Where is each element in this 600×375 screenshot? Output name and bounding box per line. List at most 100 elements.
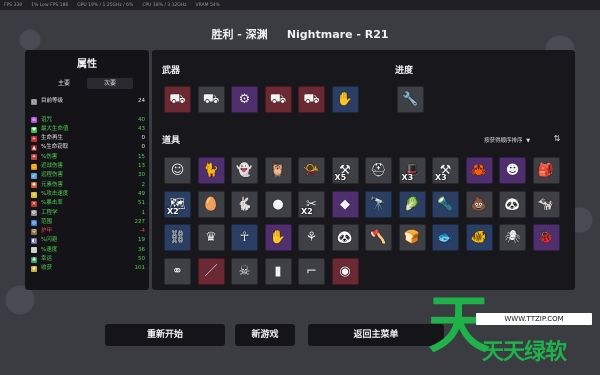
stat-row[interactable]: ✹ 元素伤害 2 xyxy=(31,181,145,190)
item-slot[interactable]: ◉ xyxy=(331,257,359,285)
demon-face-icon: ☻ xyxy=(505,163,520,178)
stat-row[interactable]: ⚙ 工程学 1 xyxy=(31,209,145,218)
stat-value: 101 xyxy=(134,265,146,272)
stat-row[interactable]: ➶ 远程伤害 30 xyxy=(31,171,145,180)
item-slot[interactable]: 🪓 xyxy=(365,224,392,251)
item-slot[interactable]: ☠ xyxy=(231,257,258,285)
cpu-readout: CPU 18% / 3.12GHz xyxy=(142,2,187,8)
item-quantity: X2 xyxy=(167,206,179,216)
item-slot[interactable]: ☺ xyxy=(164,157,191,184)
panda-face-icon: 🐼 xyxy=(336,230,354,245)
weapon-slot[interactable]: ⛟ xyxy=(164,86,191,113)
stat-value: 0 xyxy=(141,135,146,142)
item-slot[interactable]: ⛓ xyxy=(164,224,191,251)
bunny-icon: 🐇 xyxy=(236,196,253,212)
stat-row[interactable]: ✊ 近战伤害 13 xyxy=(31,162,145,171)
bullet-icon: ▮ xyxy=(274,263,282,279)
item-slot[interactable]: 🐠 xyxy=(465,224,493,251)
stat-value: 50 xyxy=(138,256,145,263)
new-game-button[interactable]: 新游戏 xyxy=(235,324,295,346)
item-slot[interactable]: ⚒ X3 xyxy=(432,157,459,184)
item-slot[interactable]: 🐼 xyxy=(499,190,526,218)
item-slot[interactable]: 🕷 xyxy=(499,224,526,251)
item-slot[interactable]: ⛑ xyxy=(365,157,392,184)
stat-name: 最大生命值 xyxy=(41,125,69,132)
stat-row[interactable] xyxy=(31,106,145,115)
item-slot[interactable]: ✋ xyxy=(264,224,292,251)
item-slot[interactable]: 🐇 xyxy=(231,190,258,218)
item-slot[interactable]: ／ xyxy=(197,257,225,285)
item-slot[interactable]: 🦉 xyxy=(264,157,292,184)
item-slot[interactable]: ♛ xyxy=(197,224,225,251)
stat-row[interactable]: ☠ 诅咒 40 xyxy=(31,116,145,125)
stat-row[interactable]: ○ 目前等级 24 xyxy=(31,97,145,106)
stat-row[interactable]: › %速度 36 xyxy=(31,246,145,255)
restart-button[interactable]: 重新开始 xyxy=(105,324,225,346)
stat-row[interactable]: » %攻击速度 49 xyxy=(31,190,145,199)
stat-row[interactable]: + 生命再生 0 xyxy=(31,134,145,143)
stat-name: 近战伤害 xyxy=(41,163,64,170)
sort-dropdown[interactable]: 按获得顺序排序 ▼ xyxy=(484,136,530,144)
item-slot[interactable]: ⚭ xyxy=(164,257,191,285)
item-slot[interactable]: 🐟 xyxy=(432,224,459,251)
item-slot[interactable]: 🦀 xyxy=(465,157,493,184)
sort-direction-icon[interactable]: ⇅ xyxy=(551,133,563,145)
item-slot[interactable]: 💩 xyxy=(465,190,493,218)
damage-icon: ✦ xyxy=(31,154,37,161)
item-slot[interactable]: 🎩 X3 xyxy=(398,157,426,184)
weapon-slot[interactable]: ⚙ xyxy=(231,86,258,113)
tab-primary-stats[interactable]: 主要 xyxy=(41,78,87,89)
item-slot[interactable]: 🐄 xyxy=(532,190,560,218)
stat-row[interactable]: ♣ 幸运 50 xyxy=(31,255,145,264)
stat-row[interactable]: ⛨ 护甲 -4 xyxy=(31,227,145,236)
weapon-slot[interactable]: ⛟ xyxy=(264,86,292,113)
engineering-icon: ⚙ xyxy=(31,210,37,217)
item-slot[interactable]: ▮ xyxy=(264,257,292,285)
item-slot[interactable]: 🗺 X2 xyxy=(164,190,191,218)
weapon-slot[interactable]: ⛟ xyxy=(298,86,325,113)
ghost-icon: 👻 xyxy=(236,163,253,178)
stat-row[interactable]: ♥ 最大生命值 43 xyxy=(31,125,145,134)
item-slot[interactable]: 🐞 xyxy=(532,224,560,251)
item-slot[interactable]: ⚒ X5 xyxy=(331,157,359,184)
item-slot[interactable]: ⌐ xyxy=(298,257,325,285)
item-quantity: X5 xyxy=(334,173,347,182)
tab-secondary-stats[interactable]: 次要 xyxy=(87,78,133,89)
item-slot[interactable]: 🍞 xyxy=(398,224,426,251)
obliterator-icon: ⚙ xyxy=(238,92,251,107)
stat-row[interactable]: ✕ %暴击率 51 xyxy=(31,199,145,208)
weapon-slot[interactable]: ✋ xyxy=(331,86,359,113)
stats-panel: 属性 主要 次要 ○ 目前等级 24 ☠ 诅咒 40 ♥ 最大生命值 43 + 生命再生 0 ▲ %生命窃… xyxy=(25,50,149,290)
item-slot[interactable]: ✂ X2 xyxy=(298,190,325,218)
item-slot[interactable]: 🔦 xyxy=(432,190,459,218)
ring-icon: ◉ xyxy=(339,263,351,279)
weapon-slot[interactable]: ⛟ xyxy=(197,86,225,113)
item-slot[interactable]: ☥ xyxy=(231,224,258,251)
minigun-icon: ⛟ xyxy=(202,92,220,107)
progress-slot[interactable]: 🔧 xyxy=(397,86,424,113)
stat-value: 40 xyxy=(138,116,145,123)
item-slot[interactable]: ☻ xyxy=(499,157,526,184)
item-slot[interactable]: 👻 xyxy=(231,157,258,184)
item-slot[interactable]: 🐈 xyxy=(197,157,225,184)
gpu-readout: GPU 19% / 1.25GHz / 6% xyxy=(77,2,134,8)
stat-row[interactable]: ✦ %伤害 15 xyxy=(31,153,145,162)
performance-overlay: FPS 330 1% Low FPS 186 GPU 19% / 1.25GHz… xyxy=(0,0,600,10)
stat-row[interactable]: ◐ %闪避 19 xyxy=(31,236,145,245)
item-slot[interactable]: 🥬 xyxy=(398,190,426,218)
item-slot[interactable]: 🐼 xyxy=(331,224,359,251)
item-slot[interactable]: 🥚 xyxy=(197,190,225,218)
speed-icon: › xyxy=(31,247,37,254)
stat-row[interactable]: ◎ 范围 227 xyxy=(31,218,145,227)
item-slot[interactable]: 🎒 xyxy=(532,157,560,184)
stat-row[interactable]: ▲ %生命窃取 0 xyxy=(31,143,145,152)
item-slot[interactable]: 📯 xyxy=(298,157,325,184)
stat-row[interactable]: ♦ 收获 101 xyxy=(31,264,145,273)
stat-name: %攻击速度 xyxy=(41,190,69,197)
item-slot[interactable]: 🔭 xyxy=(365,190,392,218)
stat-name: 生命再生 xyxy=(41,135,64,142)
item-slot[interactable]: ◆ xyxy=(331,190,359,218)
item-slot[interactable]: ⚘ xyxy=(298,224,325,251)
harvest-icon: ♦ xyxy=(31,265,37,272)
item-slot[interactable]: ● xyxy=(264,190,292,218)
